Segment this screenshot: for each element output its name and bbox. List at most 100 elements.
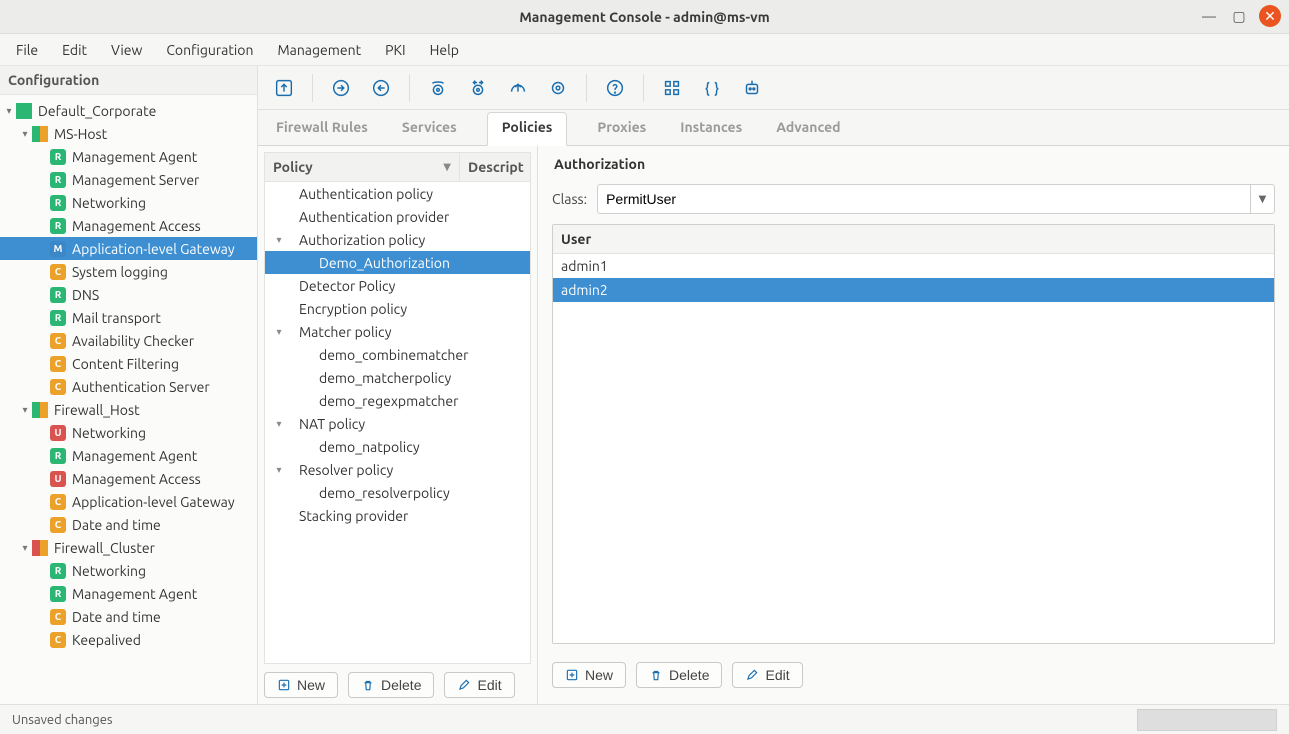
policy-edit-button[interactable]: Edit xyxy=(444,672,514,698)
policy-group[interactable]: Authentication policy xyxy=(265,182,530,205)
tree-host[interactable]: ▾MS-Host xyxy=(0,122,257,145)
tab-firewall-rules[interactable]: Firewall Rules xyxy=(272,111,372,145)
menubar: File Edit View Configuration Management … xyxy=(0,34,1289,66)
trash-icon xyxy=(361,678,375,692)
tree-item[interactable]: UNetworking xyxy=(0,421,257,444)
tree-item[interactable]: RManagement Agent xyxy=(0,145,257,168)
user-edit-label: Edit xyxy=(765,667,789,683)
pencil-icon xyxy=(457,678,471,692)
tree-host[interactable]: ▾Firewall_Host xyxy=(0,398,257,421)
tree-item[interactable]: CSystem logging xyxy=(0,260,257,283)
class-label: Class: xyxy=(552,191,587,207)
tree-item[interactable]: MApplication-level Gateway xyxy=(0,237,257,260)
tree-item[interactable]: RManagement Server xyxy=(0,168,257,191)
policies-header-description[interactable]: Descript xyxy=(460,153,530,181)
tab-advanced[interactable]: Advanced xyxy=(772,111,844,145)
policy-item[interactable]: demo_combinematcher xyxy=(265,343,530,366)
tree-item[interactable]: RManagement Agent xyxy=(0,582,257,605)
tree-item[interactable]: CDate and time xyxy=(0,605,257,628)
tree-item[interactable]: RDNS xyxy=(0,283,257,306)
maximize-button[interactable]: ▢ xyxy=(1229,6,1249,26)
policy-new-button[interactable]: New xyxy=(264,672,338,698)
menu-view[interactable]: View xyxy=(99,36,154,64)
user-edit-button[interactable]: Edit xyxy=(732,662,802,688)
policy-item[interactable]: demo_matcherpolicy xyxy=(265,366,530,389)
toolbar-up-icon[interactable] xyxy=(266,70,302,106)
toolbar-robot-icon[interactable] xyxy=(734,70,770,106)
policy-group[interactable]: Encryption policy xyxy=(265,297,530,320)
policy-group[interactable]: ▾Authorization policy xyxy=(265,228,530,251)
plus-icon xyxy=(277,678,291,692)
pencil-icon xyxy=(745,668,759,682)
toolbar-gear-swap-icon[interactable] xyxy=(460,70,496,106)
policy-group[interactable]: ▾Resolver policy xyxy=(265,458,530,481)
toolbar-gear-icon[interactable] xyxy=(540,70,576,106)
tree-item[interactable]: CDate and time xyxy=(0,513,257,536)
toolbar-sync-out-icon[interactable] xyxy=(363,70,399,106)
tree-item[interactable]: RManagement Access xyxy=(0,214,257,237)
menu-edit[interactable]: Edit xyxy=(50,36,99,64)
policy-item[interactable]: demo_resolverpolicy xyxy=(265,481,530,504)
menu-file[interactable]: File xyxy=(4,36,50,64)
tree-root[interactable]: ▾Default_Corporate xyxy=(0,99,257,122)
policy-item[interactable]: demo_regexpmatcher xyxy=(265,389,530,412)
policy-item[interactable]: demo_natpolicy xyxy=(265,435,530,458)
policy-group[interactable]: Authentication provider xyxy=(265,205,530,228)
tree-item[interactable]: RManagement Agent xyxy=(0,444,257,467)
menu-configuration[interactable]: Configuration xyxy=(154,36,265,64)
user-row[interactable]: admin2 xyxy=(553,278,1274,302)
user-delete-label: Delete xyxy=(669,667,709,683)
toolbar-upload-icon[interactable] xyxy=(500,70,536,106)
user-new-button[interactable]: New xyxy=(552,662,626,688)
status-progress-slot xyxy=(1137,709,1277,731)
dropdown-icon[interactable]: ▼ xyxy=(1250,185,1274,213)
policy-group[interactable]: ▾NAT policy xyxy=(265,412,530,435)
policy-edit-label: Edit xyxy=(477,677,501,693)
sort-icon: ▼ xyxy=(443,161,451,173)
tree-item[interactable]: RMail transport xyxy=(0,306,257,329)
tree-item[interactable]: RNetworking xyxy=(0,191,257,214)
toolbar-script-icon[interactable] xyxy=(694,70,730,106)
tab-proxies[interactable]: Proxies xyxy=(593,111,650,145)
toolbar-sync-in-icon[interactable] xyxy=(323,70,359,106)
policies-panel: Policy ▼ Descript Authentication policyA… xyxy=(258,146,538,704)
policy-item[interactable]: Demo_Authorization xyxy=(265,251,530,274)
tree-item[interactable]: CContent Filtering xyxy=(0,352,257,375)
menu-management[interactable]: Management xyxy=(265,36,373,64)
menu-help[interactable]: Help xyxy=(418,36,471,64)
policies-tree[interactable]: Authentication policyAuthentication prov… xyxy=(264,182,531,664)
toolbar xyxy=(258,66,1289,110)
policy-delete-button[interactable]: Delete xyxy=(348,672,434,698)
tree-item[interactable]: UManagement Access xyxy=(0,467,257,490)
window-title: Management Console - admin@ms-vm xyxy=(519,9,769,25)
policy-delete-label: Delete xyxy=(381,677,421,693)
policies-header-policy[interactable]: Policy ▼ xyxy=(265,153,460,181)
policy-group[interactable]: ▾Matcher policy xyxy=(265,320,530,343)
policy-group[interactable]: Stacking provider xyxy=(265,504,530,527)
tree-host[interactable]: ▾Firewall_Cluster xyxy=(0,536,257,559)
minimize-button[interactable]: — xyxy=(1199,6,1219,26)
user-delete-button[interactable]: Delete xyxy=(636,662,722,688)
tree-item[interactable]: CAvailability Checker xyxy=(0,329,257,352)
tab-policies[interactable]: Policies xyxy=(487,112,568,146)
tree-item[interactable]: CAuthentication Server xyxy=(0,375,257,398)
class-input[interactable] xyxy=(598,185,1250,213)
toolbar-gear-view-icon[interactable] xyxy=(420,70,456,106)
toolbar-grid-icon[interactable] xyxy=(654,70,690,106)
tree-item[interactable]: RNetworking xyxy=(0,559,257,582)
tab-services[interactable]: Services xyxy=(398,111,461,145)
tree-item[interactable]: CKeepalived xyxy=(0,628,257,651)
tab-instances[interactable]: Instances xyxy=(676,111,746,145)
tree-item[interactable]: CApplication-level Gateway xyxy=(0,490,257,513)
menu-pki[interactable]: PKI xyxy=(373,36,417,64)
close-button[interactable]: ✕ xyxy=(1259,5,1281,27)
policy-group[interactable]: Detector Policy xyxy=(265,274,530,297)
plus-icon xyxy=(565,668,579,682)
user-table-header[interactable]: User xyxy=(553,225,1274,254)
user-new-label: New xyxy=(585,667,613,683)
status-text: Unsaved changes xyxy=(12,713,113,727)
toolbar-help-icon[interactable] xyxy=(597,70,633,106)
user-row[interactable]: admin1 xyxy=(553,254,1274,278)
config-tree[interactable]: ▾Default_Corporate▾MS-HostRManagement Ag… xyxy=(0,95,257,704)
class-combobox[interactable]: ▼ xyxy=(597,184,1275,214)
